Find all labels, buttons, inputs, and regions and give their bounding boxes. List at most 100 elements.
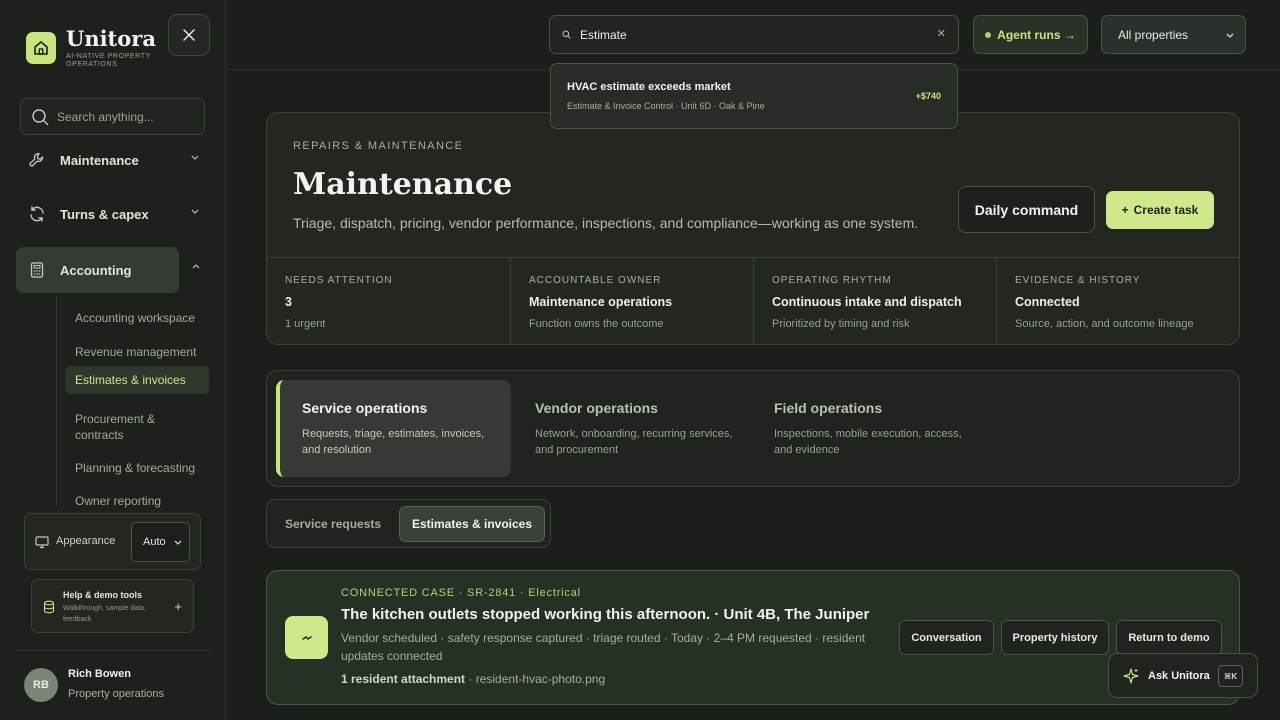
divider	[16, 650, 210, 651]
page-title: Maintenance	[293, 167, 513, 202]
sub-item-estimates-invoices[interactable]: Estimates & invoices	[65, 366, 209, 394]
appearance-select[interactable]: Auto	[131, 522, 190, 562]
category-desc: Requests, triage, estimates, invoices, a…	[302, 428, 485, 456]
stat-value: Maintenance operations	[529, 295, 673, 309]
create-task-button[interactable]: + Create task	[1106, 191, 1214, 229]
stat-key: NEEDS ATTENTION	[285, 275, 393, 286]
view-tabs: Service requests Estimates & invoices	[266, 499, 551, 548]
stat-key: EVIDENCE & HISTORY	[1015, 275, 1141, 286]
category-service-operations[interactable]: Service operations Requests, triage, est…	[276, 380, 511, 477]
stat-operating-rhythm: OPERATING RHYTHM Continuous intake and d…	[753, 258, 996, 345]
nav-item-maintenance[interactable]: Maintenance	[16, 137, 210, 183]
case-meta: Vendor scheduled · safety response captu…	[341, 631, 866, 663]
category-title: Field operations	[774, 400, 883, 416]
database-icon	[43, 600, 55, 614]
shortcut-badge: ⌘K	[1218, 665, 1243, 687]
page-eyebrow: REPAIRS & MAINTENANCE	[293, 140, 464, 152]
sparkle-icon	[1123, 667, 1139, 684]
sidebar-search[interactable]	[20, 98, 205, 135]
category-field-operations[interactable]: Field operations Inspections, mobile exe…	[752, 380, 987, 477]
nav-item-accounting[interactable]: Accounting	[16, 247, 200, 293]
global-search-input[interactable]: Estimate	[580, 28, 627, 42]
brand-name: Unitora	[66, 26, 156, 51]
home-logo-icon[interactable]	[26, 32, 56, 64]
stat-value: Continuous intake and dispatch	[772, 295, 962, 309]
search-icon	[32, 108, 49, 125]
agent-runs-button[interactable]: Agent runs →	[973, 15, 1088, 54]
stat-evidence-history: EVIDENCE & HISTORY Connected Source, act…	[996, 258, 1239, 345]
stat-needs-attention: NEEDS ATTENTION 3 1 urgent	[267, 258, 510, 345]
attachment-file: · resident-hvac-photo.png	[468, 672, 606, 686]
stat-key: ACCOUNTABLE OWNER	[529, 275, 662, 286]
result-amount: +$740	[915, 91, 941, 101]
refresh-icon	[30, 206, 44, 222]
category-desc: Inspections, mobile execution, access, a…	[774, 428, 962, 456]
submenu-divider	[56, 296, 57, 506]
result-subtitle: Estimate & Invoice Control · Unit 6D · O…	[567, 101, 765, 111]
sub-item-procurement-contracts[interactable]: Procurement & contracts	[65, 405, 209, 449]
stat-key: OPERATING RHYTHM	[772, 275, 892, 286]
nav-label: Turns & capex	[60, 206, 149, 222]
stat-value: 3	[285, 295, 292, 309]
page-header-card: REPAIRS & MAINTENANCE Maintenance Triage…	[266, 112, 1240, 345]
create-task-label: Create task	[1133, 203, 1199, 217]
sidebar: Unitora AI-NATIVE PROPERTY OPERATIONS Ma…	[0, 0, 226, 720]
sub-item-revenue-management[interactable]: Revenue management	[65, 338, 209, 366]
category-title: Vendor operations	[535, 400, 658, 416]
user-name: Rich Bowen	[68, 668, 131, 680]
sub-item-accounting-workspace[interactable]: Accounting workspace	[65, 304, 209, 332]
category-vendor-operations[interactable]: Vendor operations Network, onboarding, r…	[513, 380, 748, 477]
return-to-demo-button[interactable]: Return to demo	[1116, 620, 1222, 655]
plus-icon: +	[174, 599, 182, 614]
ask-unitora-button[interactable]: Ask Unitora ⌘K	[1108, 653, 1258, 698]
attachment-count: 1 resident attachment	[341, 672, 466, 686]
tab-service-requests[interactable]: Service requests	[285, 506, 381, 542]
close-icon	[183, 29, 195, 41]
category-desc: Network, onboarding, recurring services,…	[535, 428, 733, 456]
chevron-down-icon	[1226, 33, 1234, 38]
help-demo-tools[interactable]: Help & demo tools Walkthrough, sample da…	[31, 579, 194, 633]
case-eyebrow: CONNECTED CASE · SR-2841 · Electrical	[341, 587, 581, 599]
property-history-button[interactable]: Property history	[1001, 620, 1109, 655]
chevron-down-icon	[191, 155, 199, 160]
chevron-down-icon	[174, 540, 182, 545]
nav-label: Maintenance	[60, 152, 139, 168]
nav-label: Accounting	[60, 262, 132, 278]
close-sidebar-button[interactable]	[168, 14, 210, 56]
case-attachment[interactable]: 1 resident attachment · resident-hvac-ph…	[341, 672, 605, 686]
case-title[interactable]: The kitchen outlets stopped working this…	[341, 606, 869, 623]
search-icon	[562, 30, 571, 39]
help-subtitle: Walkthrough, sample data, feedback	[63, 605, 147, 623]
property-select[interactable]: All properties	[1101, 15, 1246, 54]
brand-tagline: AI-NATIVE PROPERTY OPERATIONS	[66, 53, 151, 68]
stat-detail: Function owns the outcome	[529, 318, 664, 330]
property-select-value: All properties	[1118, 27, 1189, 42]
conversation-button[interactable]: Conversation	[899, 620, 994, 655]
tab-estimates-invoices[interactable]: Estimates & invoices	[399, 506, 545, 542]
chevron-down-icon	[191, 209, 199, 214]
stat-value: Connected	[1015, 295, 1080, 309]
avatar[interactable]: RB	[24, 668, 58, 702]
stat-detail: 1 urgent	[285, 318, 326, 330]
case-type-icon	[285, 616, 328, 659]
daily-command-button[interactable]: Daily command	[958, 186, 1095, 233]
appearance-control: Appearance Auto	[24, 513, 201, 570]
global-search[interactable]: Estimate ✕	[549, 15, 959, 54]
result-title: HVAC estimate exceeds market	[567, 81, 731, 93]
help-title: Help & demo tools	[63, 590, 143, 600]
operations-categories: Service operations Requests, triage, est…	[266, 370, 1240, 487]
sidebar-search-input[interactable]	[57, 109, 197, 124]
connected-case-card[interactable]: CONNECTED CASE · SR-2841 · Electrical Th…	[266, 570, 1240, 705]
sub-item-owner-reporting[interactable]: Owner reporting	[65, 487, 209, 515]
search-result-item[interactable]: HVAC estimate exceeds market Estimate & …	[550, 63, 958, 129]
plus-icon: +	[1121, 203, 1129, 217]
clear-search-icon[interactable]: ✕	[937, 27, 946, 40]
calculator-icon	[30, 262, 44, 278]
ask-label: Ask Unitora	[1148, 669, 1210, 682]
category-title: Service operations	[302, 400, 428, 416]
appearance-value: Auto	[143, 536, 166, 548]
status-dot-icon	[985, 31, 992, 38]
sub-item-planning-forecasting[interactable]: Planning & forecasting	[65, 454, 209, 482]
wrench-icon	[29, 152, 44, 167]
nav-item-turns-capex[interactable]: Turns & capex	[16, 191, 210, 237]
